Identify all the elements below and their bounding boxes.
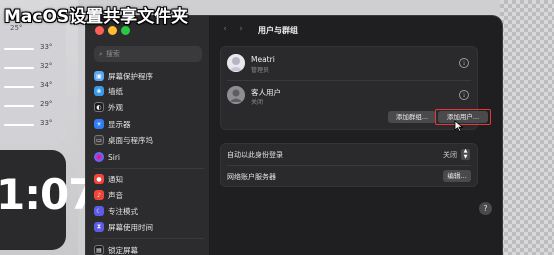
minimize-button[interactable] bbox=[108, 26, 117, 35]
user-row-guest[interactable]: 客人用户 关闭 i bbox=[221, 81, 477, 111]
temp-row: 32° bbox=[0, 61, 66, 75]
sidebar-item-desktop-dock[interactable]: ▭ 桌面与程序坞 bbox=[94, 133, 204, 147]
temp-bar bbox=[4, 48, 34, 50]
notifications-icon: ● bbox=[94, 174, 104, 184]
appearance-icon: ◐ bbox=[94, 102, 104, 112]
temp-value: 32° bbox=[40, 62, 53, 70]
sidebar-item-label: 墙纸 bbox=[108, 86, 123, 96]
sidebar-item-label: 锁定屏幕 bbox=[108, 245, 138, 255]
search-input[interactable]: ⌕ 搜索 bbox=[94, 46, 202, 62]
sidebar-item-screensaver[interactable]: ▣ 屏幕保护程序 bbox=[94, 69, 204, 83]
edit-button[interactable]: 编辑... bbox=[443, 170, 471, 182]
back-button[interactable]: ‹ bbox=[220, 24, 230, 34]
temp-bar bbox=[4, 124, 34, 126]
sidebar-item-focus[interactable]: ☾ 专注模式 bbox=[94, 204, 204, 218]
sidebar-item-displays[interactable]: ☀ 显示器 bbox=[94, 117, 204, 131]
sidebar-item-wallpaper[interactable]: ❀ 墙纸 bbox=[94, 84, 204, 98]
sidebar-item-label: 声音 bbox=[108, 190, 123, 200]
sidebar-item-label: 外观 bbox=[108, 102, 123, 112]
temp-value: 29° bbox=[40, 100, 53, 108]
avatar bbox=[227, 54, 245, 72]
user-name: Meatri bbox=[251, 55, 275, 64]
sidebar-divider bbox=[94, 168, 204, 169]
guest-avatar-icon bbox=[227, 86, 245, 104]
temp-row: 29° bbox=[0, 99, 66, 113]
network-server-label: 网络账户服务器 bbox=[227, 173, 276, 181]
sidebar: ⌕ 搜索 ▣ 屏幕保护程序 ❀ 墙纸 ◐ 外观 ☀ 显示器 ▭ 桌面与程序坞 S… bbox=[86, 16, 210, 255]
page-title: 用户与群组 bbox=[258, 26, 298, 35]
temp-bar bbox=[4, 67, 34, 69]
maximize-button[interactable] bbox=[121, 26, 130, 35]
wallpaper-icon: ❀ bbox=[94, 86, 104, 96]
auto-login-select[interactable]: 关闭 bbox=[443, 150, 457, 160]
sidebar-item-notifications[interactable]: ● 通知 bbox=[94, 172, 204, 186]
temp-value: 33° bbox=[40, 43, 53, 51]
video-caption-title: MacOS设置共享文件夹 bbox=[4, 7, 189, 27]
login-settings-card: 自动以此身份登录 关闭 ▲ ▼ 网络账户服务器 编辑... bbox=[220, 143, 478, 187]
sidebar-item-label: 屏幕使用时间 bbox=[108, 222, 153, 232]
lock-screen-icon: ▤ bbox=[94, 245, 104, 255]
temp-row: 33° bbox=[0, 42, 66, 56]
add-group-button[interactable]: 添加群组... bbox=[388, 111, 436, 123]
user-role: 关闭 bbox=[251, 99, 264, 106]
sidebar-divider bbox=[94, 238, 204, 239]
sidebar-item-label: 显示器 bbox=[108, 119, 131, 129]
sidebar-item-appearance[interactable]: ◐ 外观 bbox=[94, 100, 204, 114]
auto-login-label: 自动以此身份登录 bbox=[227, 151, 283, 159]
sidebar-item-label: 屏幕保护程序 bbox=[108, 71, 153, 81]
mouse-cursor-icon bbox=[454, 120, 464, 132]
help-button[interactable]: ? bbox=[479, 202, 492, 215]
temp-bar bbox=[4, 105, 34, 107]
sidebar-item-lock-screen[interactable]: ▤ 锁定屏幕 bbox=[94, 243, 204, 255]
sidebar-item-sound[interactable]: ♪ 声音 bbox=[94, 188, 204, 202]
info-icon[interactable]: i bbox=[459, 58, 469, 68]
sound-icon: ♪ bbox=[94, 190, 104, 200]
focus-icon: ☾ bbox=[94, 206, 104, 216]
chevron-updown-icon[interactable]: ▲ ▼ bbox=[461, 148, 470, 160]
user-role: 管理员 bbox=[251, 67, 270, 74]
main-pane: ‹ › 用户与群组 Meatri 管理员 i 客人用户 关闭 i 添加群组...… bbox=[210, 16, 502, 255]
user-row-meatri[interactable]: Meatri 管理员 i bbox=[221, 49, 477, 79]
dock-icon: ▭ bbox=[94, 135, 104, 145]
display-icon: ☀ bbox=[94, 119, 104, 129]
sidebar-item-label: 专注模式 bbox=[108, 206, 138, 216]
sidebar-item-label: Siri bbox=[108, 152, 121, 162]
clock-time: 1:07 bbox=[0, 170, 97, 219]
weather-widget: 25° 33° 32° 34° 29° 33° bbox=[0, 14, 66, 144]
screensaver-icon: ▣ bbox=[94, 71, 104, 81]
temp-value: 34° bbox=[40, 81, 53, 89]
sidebar-item-label: 桌面与程序坞 bbox=[108, 135, 153, 145]
temp-bar bbox=[4, 86, 34, 88]
sidebar-item-screen-time[interactable]: ⧗ 屏幕使用时间 bbox=[94, 220, 204, 234]
temp-row: 34° bbox=[0, 80, 66, 94]
sidebar-item-siri[interactable]: Siri bbox=[94, 150, 204, 164]
search-icon: ⌕ bbox=[99, 49, 103, 58]
temp-value: 33° bbox=[40, 119, 53, 127]
desktop-pixel-background bbox=[500, 0, 554, 255]
screen-time-icon: ⧗ bbox=[94, 222, 104, 232]
system-settings-window: ⌕ 搜索 ▣ 屏幕保护程序 ❀ 墙纸 ◐ 外观 ☀ 显示器 ▭ 桌面与程序坞 S… bbox=[86, 16, 502, 255]
network-server-row: 网络账户服务器 编辑... bbox=[221, 166, 477, 187]
sidebar-item-label: 通知 bbox=[108, 174, 123, 184]
avatar bbox=[227, 86, 245, 104]
user-avatar-icon bbox=[227, 54, 245, 72]
siri-icon bbox=[94, 152, 104, 162]
temp-row: 33° bbox=[0, 118, 66, 132]
forward-button[interactable]: › bbox=[236, 24, 246, 34]
search-placeholder: 搜索 bbox=[105, 50, 120, 58]
close-button[interactable] bbox=[95, 26, 104, 35]
info-icon[interactable]: i bbox=[459, 90, 469, 100]
auto-login-row: 自动以此身份登录 关闭 ▲ ▼ bbox=[221, 144, 477, 165]
